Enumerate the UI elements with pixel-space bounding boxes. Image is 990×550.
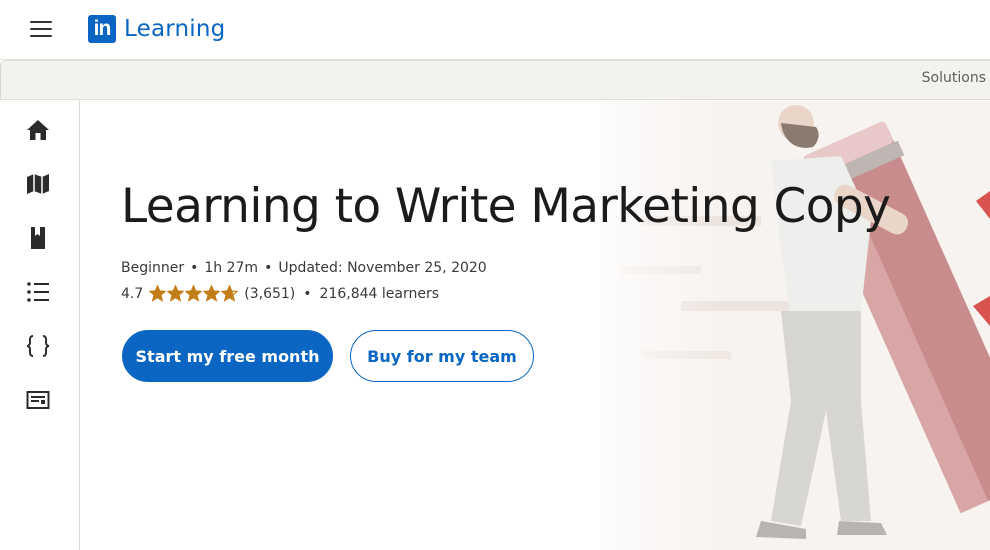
secondary-nav-bar: Solutions <box>0 60 990 100</box>
brand-text: Learning <box>124 16 226 42</box>
linkedin-learning-logo[interactable]: in Learning <box>88 15 225 43</box>
certificate-icon[interactable] <box>24 386 52 414</box>
course-updated: Updated: November 25, 2020 <box>278 260 487 276</box>
course-level: Beginner <box>121 260 185 276</box>
course-rating: 4.7 (3,651) • 216,844 learners <box>121 285 440 302</box>
course-title: Learning to Write Marketing Copy <box>121 179 891 234</box>
hero-illustration <box>81 101 990 550</box>
star-icon <box>149 285 167 302</box>
course-hero: Learning to Write Marketing Copy Beginne… <box>81 101 990 550</box>
star-icon <box>221 285 239 302</box>
list-icon[interactable] <box>24 278 52 306</box>
book-icon[interactable] <box>24 224 52 252</box>
code-braces-icon[interactable] <box>24 332 52 360</box>
home-icon[interactable] <box>24 116 52 144</box>
rating-stars <box>149 285 239 302</box>
star-icon <box>167 285 185 302</box>
rating-value: 4.7 <box>121 285 144 302</box>
left-nav-rail <box>0 100 80 550</box>
star-icon <box>203 285 221 302</box>
learner-count: 216,844 learners <box>319 285 440 302</box>
map-icon[interactable] <box>24 170 52 198</box>
solutions-link[interactable]: Solutions <box>922 70 986 86</box>
course-duration: 1h 27m <box>204 260 259 276</box>
course-meta: Beginner • 1h 27m • Updated: November 25, 20… <box>121 260 487 276</box>
star-icon <box>185 285 203 302</box>
start-free-month-button[interactable]: Start my free month <box>122 330 333 382</box>
top-header: in Learning <box>0 0 990 60</box>
buy-for-team-button[interactable]: Buy for my team <box>350 330 534 382</box>
linkedin-logo-mark: in <box>88 15 116 43</box>
hamburger-menu-icon[interactable] <box>24 18 56 42</box>
rating-count: (3,651) <box>244 285 296 302</box>
